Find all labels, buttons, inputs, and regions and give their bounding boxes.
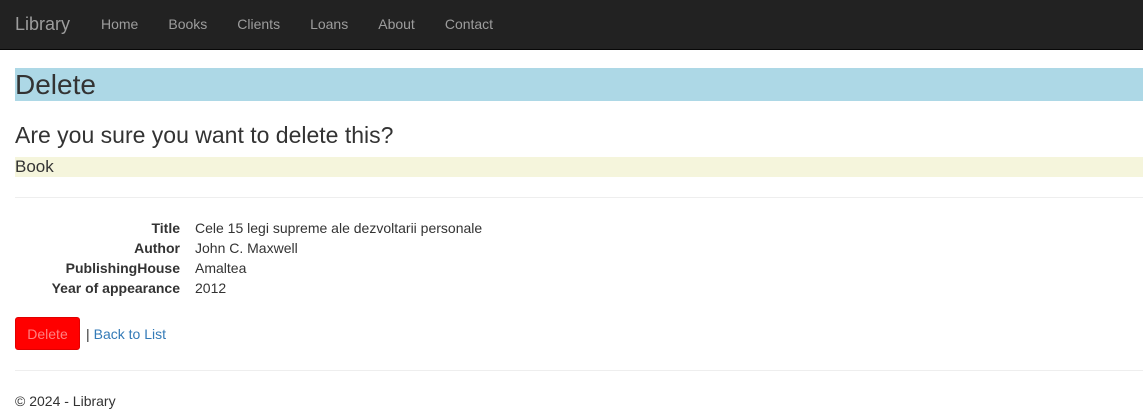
detail-row-publishing-house: PublishingHouse Amaltea	[0, 258, 482, 278]
footer-divider	[15, 370, 1143, 371]
form-actions: Delete | Back to List	[15, 317, 166, 350]
detail-row-year: Year of appearance 2012	[0, 278, 482, 298]
nav-item-books[interactable]: Books	[153, 0, 222, 50]
delete-button[interactable]: Delete	[15, 317, 80, 350]
nav-item-about[interactable]: About	[363, 0, 430, 50]
detail-value: John C. Maxwell	[195, 240, 298, 256]
detail-row-title: Title Cele 15 legi supreme ale dezvoltar…	[0, 218, 482, 238]
brand-link[interactable]: Library	[15, 14, 70, 34]
footer-copyright: © 2024 - Library	[15, 393, 116, 409]
page-title: Delete	[15, 68, 1143, 101]
nav-item-contact[interactable]: Contact	[430, 0, 508, 50]
detail-value: Cele 15 legi supreme ale dezvoltarii per…	[195, 220, 483, 236]
back-to-list-link[interactable]: Back to List	[94, 326, 166, 342]
detail-row-author: Author John C. Maxwell	[0, 238, 482, 258]
detail-label: Author	[134, 240, 180, 256]
detail-label: Year of appearance	[51, 280, 180, 296]
nav-menu: Home Books Clients Loans About Contact	[86, 0, 508, 50]
nav-item-loans[interactable]: Loans	[295, 0, 363, 50]
top-navbar: Library Home Books Clients Loans About C…	[0, 0, 1143, 50]
details-list: Title Cele 15 legi supreme ale dezvoltar…	[0, 218, 483, 298]
nav-item-home[interactable]: Home	[86, 0, 153, 50]
action-separator: |	[86, 325, 90, 342]
detail-value: 2012	[195, 280, 227, 296]
confirm-question: Are you sure you want to delete this?	[15, 122, 394, 148]
detail-label: Title	[151, 220, 180, 236]
entity-type-label: Book	[15, 157, 1143, 177]
nav-item-clients[interactable]: Clients	[222, 0, 295, 50]
divider	[15, 197, 1143, 198]
detail-value: Amaltea	[195, 260, 247, 276]
detail-label: PublishingHouse	[65, 260, 180, 276]
